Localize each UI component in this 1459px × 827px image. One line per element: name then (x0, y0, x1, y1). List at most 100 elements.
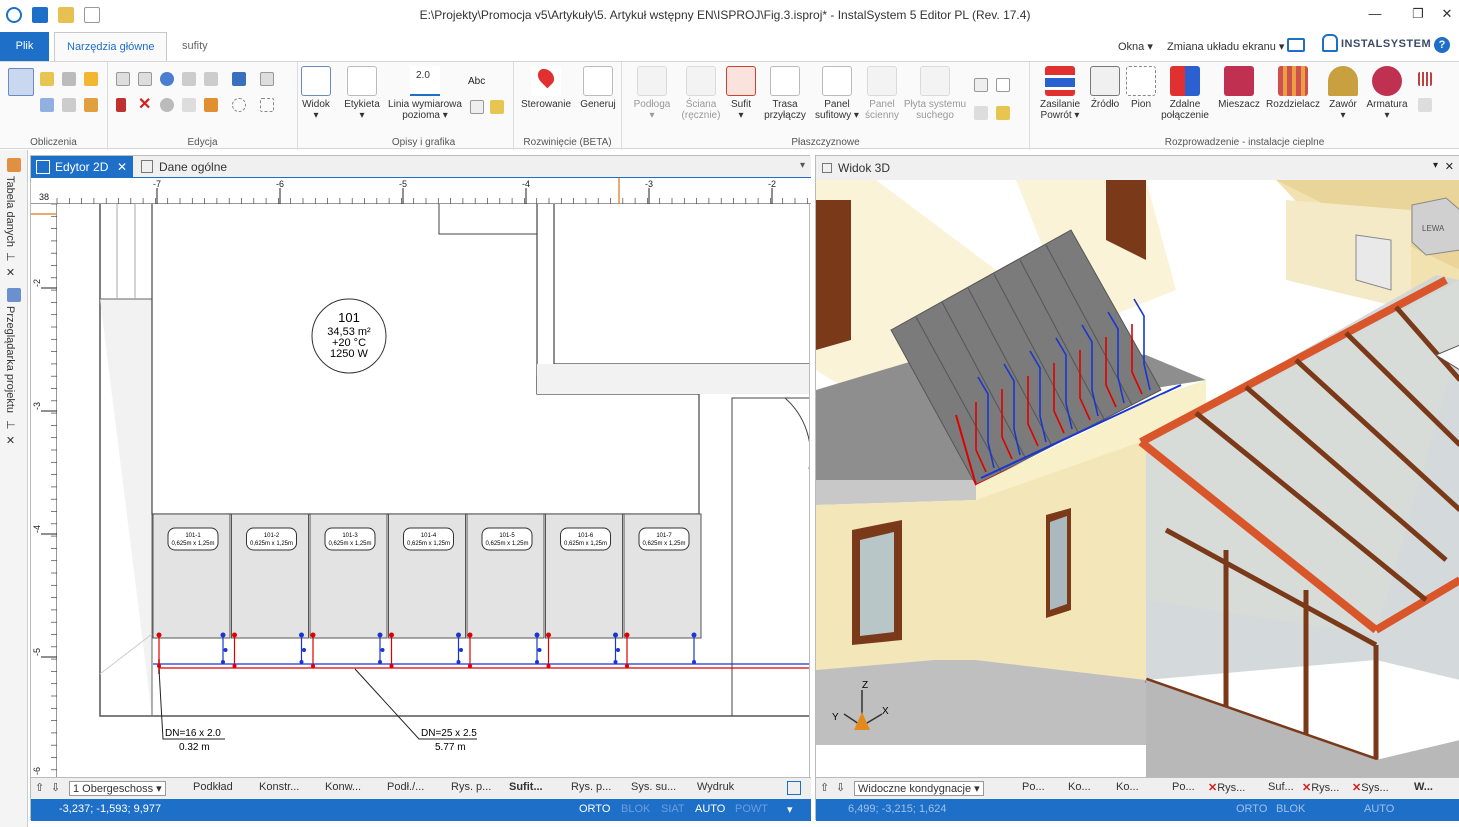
zmiana-ukladu-menu[interactable]: Zmiana układu ekranu ▾ (1167, 40, 1284, 53)
sterowanie-button[interactable]: Sterowanie (516, 65, 576, 110)
building-icon[interactable] (62, 72, 76, 86)
panel-sufitowy-button[interactable]: Panel sufitowy ▾ (812, 66, 862, 121)
side-close-icon[interactable]: ✕ (4, 266, 17, 279)
monitor-icon[interactable] (1287, 38, 1305, 52)
ceiling-panel[interactable]: 101-2 0,625m x 1,25m (231, 513, 309, 639)
tab-close-icon[interactable]: ✕ (117, 156, 127, 178)
scroll-down-icon[interactable]: ⇩ (51, 781, 60, 794)
zrodlo-button[interactable]: Źródło (1086, 66, 1124, 110)
auto-toggle-3d[interactable]: AUTO (1364, 803, 1394, 815)
tab-plik[interactable]: Plik (0, 32, 49, 61)
new-file-icon[interactable] (84, 7, 100, 23)
view-tab-hidden[interactable]: ✕Sys... (1352, 781, 1389, 794)
generuj-button[interactable]: Generuj (576, 66, 620, 110)
rotate-icon[interactable] (182, 72, 196, 86)
tab-sufity[interactable]: sufity (170, 32, 220, 61)
layer-tab-rys-p-2[interactable]: Rys. p... (571, 781, 611, 793)
mieszacz-button[interactable]: Mieszacz (1214, 66, 1264, 110)
scroll-up-icon[interactable]: ⇧ (820, 781, 829, 794)
restore-icon[interactable]: ❐ (1408, 6, 1428, 22)
zawor-button[interactable]: Zawór ▾ (1322, 66, 1364, 121)
list-icon[interactable] (40, 98, 54, 112)
table-icon[interactable] (40, 72, 54, 86)
etykieta-button[interactable]: Etykieta ▾ (338, 66, 386, 121)
tab-dane-ogolne[interactable]: Dane ogólne (135, 156, 275, 178)
layer-tab-konstr[interactable]: Konstr... (259, 781, 299, 793)
save-icon[interactable] (32, 7, 48, 23)
status-menu-icon[interactable]: ▾ (787, 803, 793, 816)
close-icon[interactable]: ✕ (1437, 6, 1457, 22)
zasilanie-powrot-button[interactable]: Zasilanie Powrót ▾ (1034, 66, 1086, 121)
view-dropdown-icon[interactable]: ▾ (1433, 160, 1438, 171)
help-icon[interactable]: ? (1434, 37, 1450, 53)
tile-icon[interactable] (974, 106, 988, 120)
photo-icon[interactable] (996, 106, 1010, 120)
distribute-icon[interactable] (204, 98, 218, 112)
pipe-label-dn[interactable]: DN=16 x 2.0 (165, 728, 221, 739)
layer-tab-konw[interactable]: Konw... (325, 781, 361, 793)
wall-view-icon[interactable] (974, 78, 988, 92)
pin-icon-2[interactable]: ⊥ (4, 420, 17, 430)
view-tab[interactable]: Ko... (1116, 781, 1139, 793)
ceiling-panel[interactable]: 101-4 0,625m x 1,25m (388, 513, 466, 639)
layer-tab-wydruk[interactable]: Wydruk (697, 781, 734, 793)
canvas-3d[interactable]: LEWA Z Y X (816, 180, 1459, 777)
widok-button[interactable]: Widok ▾ (300, 66, 332, 121)
ceiling-panel[interactable]: 101-7 0,625m x 1,25m (623, 513, 702, 639)
armatura-button[interactable]: Armatura ▾ (1364, 66, 1410, 121)
side-tab-tabela-danych[interactable]: Tabela danych (4, 176, 16, 247)
select-icon[interactable] (232, 98, 246, 112)
layer-tab-rys-p[interactable]: Rys. p... (451, 781, 491, 793)
image-icon[interactable] (470, 100, 484, 114)
pipe-label-dn[interactable]: DN=25 x 2.5 (421, 728, 477, 739)
visible-floors-select[interactable]: Widoczne kondygnacje ▾ (854, 781, 984, 796)
linia-wymiarowa-button[interactable]: 2.0 Linia wymiarowa pozioma ▾ (386, 66, 464, 121)
tabs-dropdown-icon[interactable]: ▾ (800, 160, 805, 171)
split-view-icon[interactable] (996, 78, 1010, 92)
view-tab[interactable]: Suf... (1268, 781, 1294, 793)
print-preview-icon[interactable] (787, 781, 801, 795)
mirror-icon[interactable] (204, 72, 218, 86)
table-panel-icon[interactable] (7, 158, 21, 172)
panel-scienny-button[interactable]: Panel ścienny (864, 66, 900, 121)
auto-toggle[interactable]: AUTO (695, 803, 725, 815)
scroll-down-icon[interactable]: ⇩ (836, 781, 845, 794)
tab-narzedzia-glowne[interactable]: Narzędzia główne (54, 32, 168, 62)
rozdzielacz-button[interactable]: Rozdzielacz (1264, 66, 1322, 110)
delete-icon[interactable]: ✕ (138, 97, 152, 113)
undo-icon[interactable] (160, 72, 174, 86)
view-tab-hidden[interactable]: ✕Rys... (1302, 781, 1339, 794)
orto-toggle[interactable]: ORTO (579, 803, 610, 815)
results-icon[interactable] (84, 72, 98, 86)
navigation-cube[interactable]: LEWA (1411, 197, 1459, 256)
view-tab[interactable]: Po... (1022, 781, 1045, 793)
floor-select[interactable]: 1 Obergeschoss ▾ (69, 781, 166, 796)
blok-toggle-3d[interactable]: BLOK (1276, 803, 1305, 815)
ceiling-panel[interactable]: 101-5 0,625m x 1,25m (466, 513, 545, 639)
sciana-button[interactable]: Ściana (ręcznie) (676, 66, 726, 121)
redo-icon[interactable] (160, 98, 174, 112)
layer-icon[interactable] (260, 72, 274, 86)
view-tab[interactable]: Ko... (1068, 781, 1091, 793)
selection-box-icon[interactable] (260, 98, 274, 112)
view-close-icon[interactable]: ✕ (1445, 160, 1454, 173)
plyta-systemu-button[interactable]: Płyta systemu suchego (902, 66, 968, 121)
powt-toggle[interactable]: POWT (735, 803, 768, 815)
okna-menu[interactable]: Okna ▾ (1118, 40, 1153, 53)
ceiling-panel[interactable]: 101-1 0,625m x 1,25m (152, 513, 231, 639)
move-icon[interactable] (182, 98, 196, 112)
trasa-przylaczy-button[interactable]: Trasa przyłączy (762, 66, 808, 121)
ceiling-panel[interactable]: 101-6 0,625m x 1,25m (545, 513, 623, 639)
podloga-button[interactable]: Podłoga ▾ (628, 66, 676, 121)
open-folder-icon[interactable] (58, 7, 74, 23)
zdalne-polaczenie-button[interactable]: Zdalne połączenie (1158, 66, 1212, 121)
side-tab-przegladarka[interactable]: Przeglądarka projektu (4, 306, 16, 413)
align-icon[interactable] (232, 72, 246, 86)
layer-tab-podklad[interactable]: Podkład (193, 781, 233, 793)
cut-icon[interactable] (116, 98, 126, 112)
export-icon[interactable] (84, 98, 98, 112)
tab-edytor-2d[interactable]: Edytor 2D ✕ (31, 156, 133, 178)
view-tab[interactable]: Po... (1172, 781, 1195, 793)
room-label-101[interactable]: 101 34,53 m² +20 °C 1250 W (311, 298, 387, 374)
layer-tab-podl[interactable]: Podł./... (387, 781, 424, 793)
